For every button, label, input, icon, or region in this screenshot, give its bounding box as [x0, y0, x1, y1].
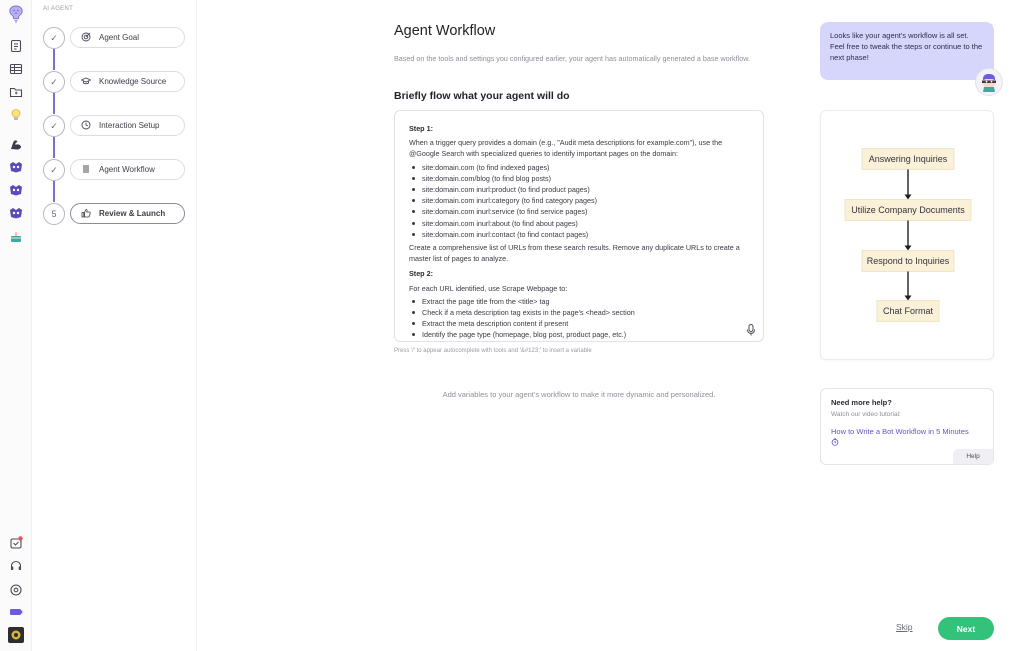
help-title: Need more help? — [831, 398, 892, 407]
editor-paragraph: When a trigger query provides a domain (… — [409, 138, 723, 159]
editor-hint: Press '/' to appear autocomplete with to… — [394, 348, 592, 354]
thumbs-up-icon — [81, 208, 91, 220]
step-connector — [53, 137, 55, 158]
editor-step-label: Step 1: — [409, 124, 433, 133]
flow-node-label: Chat Format — [883, 306, 934, 316]
step-status-check: ✓ — [43, 71, 65, 93]
list-item: site:domain.com (to find indexed pages) — [409, 162, 749, 173]
flow-node-label: Answering Inquiries — [869, 154, 948, 164]
tutorial-link-text[interactable]: How to Write a Bot Workflow in 5 Minutes — [831, 427, 969, 436]
list-item: Identify the page type (homepage, blog p… — [409, 329, 749, 340]
add-variables-text: Add variables to your agent's workflow t… — [442, 390, 716, 399]
flow-arrowhead — [904, 295, 912, 301]
icon-rail — [0, 0, 32, 651]
logo-icon[interactable] — [7, 4, 25, 24]
step-label: Review & Launch — [99, 209, 166, 218]
editor-list: site:domain.com (to find indexed pages) … — [409, 162, 749, 240]
help-subtitle: Watch our video tutorial: — [831, 411, 901, 418]
stepper-header: AI AGENT — [43, 6, 74, 12]
flow-arrowhead — [904, 245, 912, 251]
workflow-diagram-card: Answering Inquiries Utilize Company Docum… — [820, 110, 994, 360]
step-agent-goal[interactable]: Agent Goal — [70, 27, 185, 48]
step-status-check: ✓ — [43, 159, 65, 181]
flow-arrowhead — [904, 194, 912, 200]
list-item: Extract the meta description content if … — [409, 318, 749, 329]
headset-icon[interactable] — [8, 558, 24, 574]
battery-icon[interactable] — [8, 604, 24, 620]
graduation-cap-icon — [80, 76, 92, 88]
page-description: Based on the tools and settings you conf… — [394, 54, 751, 63]
list-item: site:domain.com inurl:service (to find s… — [409, 206, 749, 217]
step-label: Interaction Setup — [99, 121, 160, 130]
microphone-icon[interactable] — [746, 323, 756, 336]
assistant-message: Looks like your agent's workflow is all … — [820, 22, 994, 80]
tutorial-link[interactable]: How to Write a Bot Workflow in 5 Minutes — [831, 426, 971, 448]
step-knowledge-source[interactable]: Knowledge Source — [70, 71, 185, 92]
document-icon[interactable] — [8, 38, 24, 54]
arm-icon[interactable] — [8, 136, 24, 152]
editor-paragraph: Create a comprehensive list of URLs from… — [409, 243, 740, 264]
list-item: site:domain.com/blog (to find blog posts… — [409, 173, 749, 184]
step-label: Agent Workflow — [99, 165, 155, 174]
bot-avatar-icon — [975, 68, 1003, 96]
editor-paragraph: For each URL identified, use Scrape Webp… — [409, 283, 568, 293]
workflow-heading: Briefly flow what your agent will do — [394, 90, 570, 102]
step-label: Knowledge Source — [99, 77, 167, 86]
lightbulb-icon[interactable] — [8, 107, 24, 123]
page-title: Agent Workflow — [394, 23, 496, 39]
list-item: Extract the page title from the <title> … — [409, 296, 749, 307]
target-icon — [81, 32, 91, 44]
editor-list: Extract the page title from the <title> … — [409, 296, 749, 341]
settings-icon[interactable] — [8, 582, 24, 598]
help-button[interactable]: Help — [953, 449, 993, 464]
step-connector — [53, 93, 55, 114]
flow-node-label: Respond to Inquiries — [867, 256, 950, 266]
folder-icon[interactable] — [8, 84, 24, 100]
avatar[interactable] — [7, 626, 25, 644]
editor-step-label: Step 2: — [409, 269, 433, 279]
step-label: Agent Goal — [99, 33, 140, 42]
bot-icon[interactable] — [8, 182, 24, 198]
step-status-check: ✓ — [43, 27, 65, 49]
list-item: site:domain.com inurl:about (to find abo… — [409, 218, 749, 229]
workflow-diagram: Answering Inquiries Utilize Company Docum… — [844, 148, 972, 322]
step-interaction-setup[interactable]: Interaction Setup — [70, 115, 185, 136]
list-icon — [81, 164, 91, 176]
list-item: site:domain.com inurl:category (to find … — [409, 195, 749, 206]
table-icon[interactable] — [8, 61, 24, 77]
step-number: 5 — [43, 203, 65, 225]
step-connector — [53, 181, 55, 202]
bot-icon[interactable] — [8, 159, 24, 175]
list-item: site:domain.com inurl:contact (to find c… — [409, 229, 749, 240]
workflow-editor[interactable]: Step 1: When a trigger query provides a … — [394, 110, 764, 342]
flow-node-label: Utilize Company Documents — [851, 205, 965, 215]
timer-icon — [831, 438, 839, 447]
step-status-check: ✓ — [43, 115, 65, 137]
list-item: Check if a meta description tag exists i… — [409, 307, 749, 318]
help-card: Need more help? Watch our video tutorial… — [820, 388, 994, 465]
notification-icon[interactable] — [8, 535, 24, 551]
stepper-panel: AI AGENT ✓ Agent Goal ✓ Knowledge Source… — [33, 0, 197, 651]
step-connector — [53, 49, 55, 70]
clock-icon — [81, 120, 91, 132]
step-review-launch[interactable]: Review & Launch — [70, 203, 185, 224]
bot-icon[interactable] — [8, 205, 24, 221]
next-button[interactable]: Next — [938, 617, 994, 640]
cake-icon[interactable] — [8, 229, 24, 245]
list-item: site:domain.com inurl:product (to find p… — [409, 184, 749, 195]
skip-link[interactable]: Skip — [896, 622, 913, 632]
step-agent-workflow[interactable]: Agent Workflow — [70, 159, 185, 180]
